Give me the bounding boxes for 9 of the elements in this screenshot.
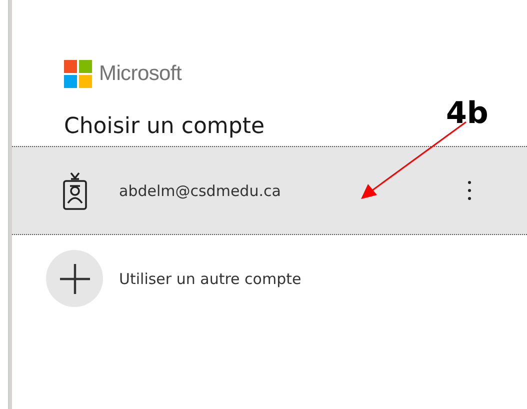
plus-icon bbox=[60, 264, 90, 294]
logo-icon bbox=[64, 60, 92, 88]
account-label: Utiliser un autre compte bbox=[119, 270, 302, 288]
account-option[interactable]: abdelm@csdmedu.ca bbox=[12, 146, 527, 235]
page-heading: Choisir un compte bbox=[64, 113, 264, 141]
annotation-label: 4b bbox=[446, 96, 488, 131]
id-badge-icon bbox=[62, 170, 88, 210]
account-label: abdelm@csdmedu.ca bbox=[119, 182, 282, 200]
brand-name: Microsoft bbox=[99, 62, 182, 86]
